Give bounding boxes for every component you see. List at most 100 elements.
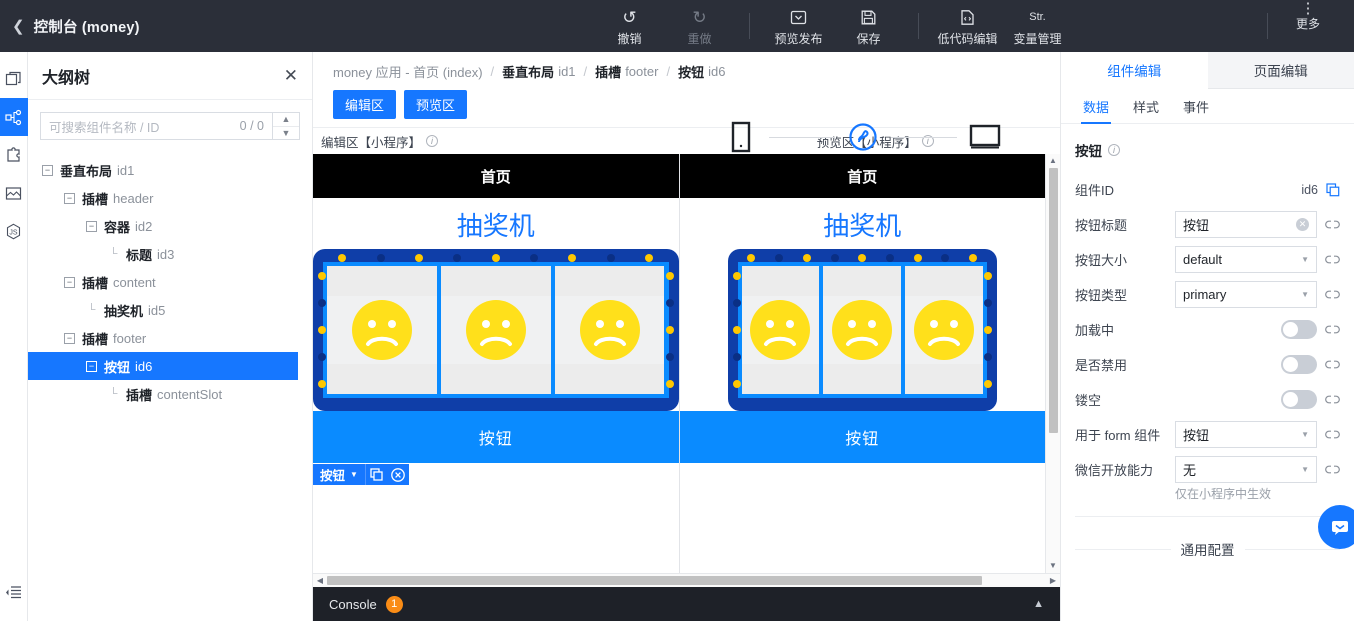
preview-publish-button[interactable]: 预览发布: [764, 8, 834, 45]
tree-node[interactable]: └ 抽奖机 id5: [28, 296, 312, 324]
button-type-select[interactable]: primary ▼: [1175, 281, 1317, 308]
tree-node[interactable]: − 插槽 content: [28, 268, 312, 296]
desktop-icon: [969, 118, 1001, 156]
bulb-col-right: [984, 263, 992, 397]
plain-toggle[interactable]: [1281, 390, 1317, 409]
tree-toggle-icon[interactable]: −: [86, 360, 97, 372]
subtab-events[interactable]: 事件: [1171, 89, 1221, 123]
rail-item-assets[interactable]: [0, 174, 28, 212]
undo-button[interactable]: ↺ 撤销: [595, 8, 665, 45]
scroll-thumb[interactable]: [1048, 168, 1058, 433]
lowcode-label: 低代码编辑: [937, 31, 998, 46]
subtab-data[interactable]: 数据: [1071, 89, 1121, 124]
wechat-open-ability-select[interactable]: 无 ▼: [1175, 456, 1317, 483]
info-circle-icon[interactable]: i: [1108, 144, 1120, 156]
chevron-up-icon[interactable]: ▲: [1033, 598, 1044, 610]
sad-face-icon: [465, 300, 526, 360]
lowcode-edit-button[interactable]: 低代码编辑: [933, 8, 1003, 45]
more-button[interactable]: ⋮ 更多: [1268, 1, 1348, 30]
preview-zone-button[interactable]: 预览区: [404, 90, 468, 119]
tree-toggle-icon[interactable]: −: [64, 192, 75, 204]
tree-toggle-icon[interactable]: −: [86, 220, 97, 232]
breadcrumb-item-label[interactable]: 按钮: [678, 62, 704, 81]
form-type-select[interactable]: 按钮 ▼: [1175, 421, 1317, 448]
redo-button[interactable]: ↻ 重做: [665, 8, 735, 45]
scroll-left-icon[interactable]: ◀: [313, 576, 327, 585]
tree-toggle-icon[interactable]: −: [64, 276, 75, 288]
tree-node[interactable]: − 容器 id2: [28, 212, 312, 240]
edit-footer-button[interactable]: 按钮: [313, 411, 679, 463]
link-icon[interactable]: [1325, 254, 1340, 265]
tab-component-edit[interactable]: 组件编辑: [1061, 52, 1208, 89]
chevron-up-icon[interactable]: ▲: [273, 113, 299, 127]
scroll-down-icon[interactable]: ▼: [1049, 559, 1057, 573]
tree-toggle-icon[interactable]: −: [64, 332, 75, 344]
copy-icon[interactable]: [1326, 182, 1340, 197]
tree-node[interactable]: − 垂直布局 id1: [28, 156, 312, 184]
scroll-up-icon[interactable]: ▲: [1049, 154, 1057, 168]
search-input[interactable]: 可搜索组件名称 / ID 0 / 0: [40, 112, 272, 140]
button-title-input[interactable]: 按钮 ✕: [1175, 211, 1317, 238]
scroll-right-icon[interactable]: ▶: [1046, 576, 1060, 585]
outline-tree: − 垂直布局 id1 − 插槽 header − 容器 id2 └ 标题 id3…: [28, 148, 312, 408]
link-icon[interactable]: [1325, 394, 1340, 405]
breadcrumb-item-label[interactable]: 插槽: [595, 62, 621, 81]
chevron-down-icon[interactable]: ▼: [273, 127, 299, 140]
toolbar-divider-2: [917, 13, 919, 39]
info-circle-icon[interactable]: i: [426, 135, 439, 147]
bulb-col-left: [318, 263, 326, 397]
canvas-vertical-scrollbar[interactable]: ▲ ▼: [1045, 154, 1060, 573]
tree-node[interactable]: − 插槽 footer: [28, 324, 312, 352]
link-icon[interactable]: [1325, 289, 1340, 300]
disabled-toggle[interactable]: [1281, 355, 1317, 374]
back-icon[interactable]: ❮: [12, 19, 25, 34]
field-button-type: 按钮类型 primary ▼: [1075, 277, 1340, 312]
loading-toggle[interactable]: [1281, 320, 1317, 339]
rail-item-pages[interactable]: [0, 60, 28, 98]
preview-footer-button[interactable]: 按钮: [679, 411, 1045, 463]
subtab-style[interactable]: 样式: [1121, 89, 1171, 123]
link-icon[interactable]: [1325, 464, 1340, 475]
link-icon[interactable]: [1325, 429, 1340, 440]
tree-node[interactable]: └ 插槽 contentSlot: [28, 380, 312, 408]
console-bar[interactable]: Console 1 ▲: [313, 587, 1060, 621]
breadcrumb-app[interactable]: money 应用 - 首页 (index): [333, 62, 483, 81]
button-size-select[interactable]: default ▼: [1175, 246, 1317, 273]
variable-manage-button[interactable]: Str. 变量管理: [1003, 8, 1073, 45]
copy-icon[interactable]: [366, 468, 387, 481]
panel-subtabs: 数据 样式 事件: [1061, 89, 1354, 124]
caret-down-icon[interactable]: ▼: [350, 470, 365, 479]
rail-collapse-button[interactable]: [0, 573, 28, 611]
edit-zone-button[interactable]: 编辑区: [333, 90, 397, 119]
rail-item-javascript[interactable]: JS: [0, 212, 28, 250]
feedback-chat-button[interactable]: [1318, 505, 1354, 549]
save-icon: [860, 8, 877, 28]
scroll-track[interactable]: [1048, 168, 1058, 559]
close-icon[interactable]: ✕: [284, 67, 298, 84]
rail-item-components[interactable]: [0, 136, 28, 174]
zone-buttons: 编辑区 预览区: [333, 90, 1040, 119]
link-icon[interactable]: [1325, 359, 1340, 370]
tree-node-label: 插槽: [82, 275, 109, 291]
tree-node[interactable]: └ 标题 id3: [28, 240, 312, 268]
edit-slot-machine[interactable]: [313, 249, 679, 411]
canvas-horizontal-scrollbar[interactable]: ◀ ▶: [313, 573, 1060, 587]
rail-item-outline-tree[interactable]: [0, 98, 28, 136]
tree-node-id: id6: [135, 358, 153, 374]
save-button[interactable]: 保存: [834, 8, 904, 45]
tree-node[interactable]: − 插槽 header: [28, 184, 312, 212]
scroll-thumb[interactable]: [327, 576, 982, 585]
device-connector: [769, 137, 835, 138]
edit-zone[interactable]: 首页 抽奖机 按钮 按钮 ▼: [313, 154, 680, 573]
breadcrumb-item-label[interactable]: 垂直布局: [502, 62, 554, 81]
tree-leaf-icon: └: [109, 388, 118, 400]
tree-toggle-icon[interactable]: −: [42, 164, 53, 176]
tree-node-selected[interactable]: − 按钮 id6: [28, 352, 298, 380]
link-icon[interactable]: [1325, 324, 1340, 335]
link-icon[interactable]: [1325, 219, 1340, 230]
clear-circle-icon[interactable]: ✕: [1296, 218, 1309, 231]
close-circle-icon[interactable]: [387, 467, 409, 482]
tab-page-edit[interactable]: 页面编辑: [1207, 52, 1354, 89]
field-label: 按钮大小: [1075, 253, 1128, 268]
variable-manage-label: 变量管理: [1013, 31, 1062, 46]
